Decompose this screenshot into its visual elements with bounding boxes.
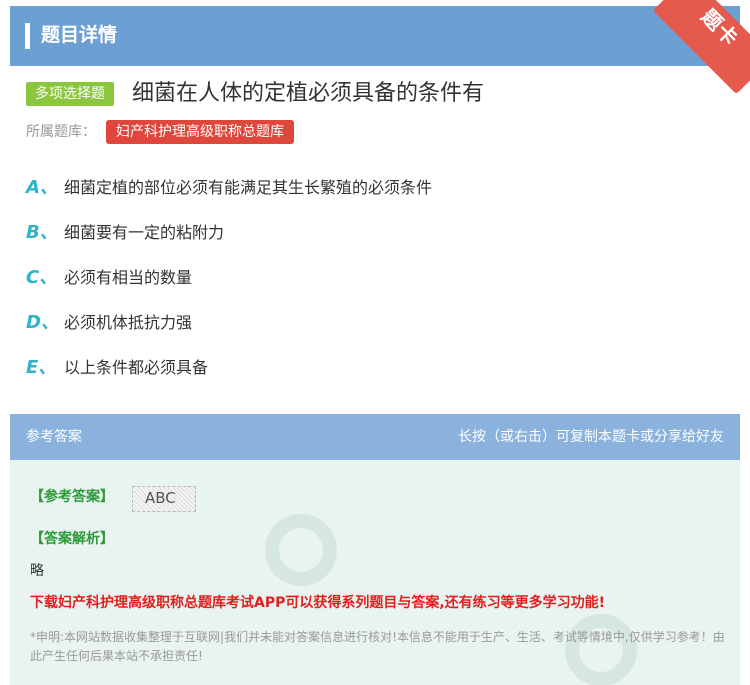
option-letter: D、 (26, 312, 59, 333)
option-letter: B、 (26, 222, 58, 243)
answer-header-title: 参考答案 (26, 429, 82, 445)
answer-label: 【参考答案】 (30, 489, 114, 505)
answer-panel: 参考答案 长按（或右击）可复制本题卡或分享给好友 【参考答案】 ABC 【答案解… (10, 414, 740, 685)
question-type-badge: 多项选择题 (26, 82, 114, 106)
question-title: 细菌在人体的定植必须具备的条件有 (132, 81, 485, 106)
option-text: 必须机体抵抗力强 (64, 313, 193, 332)
answer-header: 参考答案 长按（或右击）可复制本题卡或分享给好友 (10, 414, 740, 460)
option-c[interactable]: C、 必须有相当的数量 (26, 264, 192, 292)
option-e[interactable]: E、 以上条件都必须具备 (26, 354, 208, 382)
header-accent (25, 23, 30, 49)
option-text: 细菌定植的部位必须有能满足其生长繁殖的必须条件 (64, 178, 433, 197)
option-text: 必须有相当的数量 (64, 268, 193, 287)
watermark-logo-icon (265, 514, 337, 586)
disclaimer: *申明:本网站数据收集整理于互联网|我们并未能对答案信息进行核对!本信息不能用于… (30, 630, 725, 663)
option-a[interactable]: A、 细菌定植的部位必须有能满足其生长繁殖的必须条件 (26, 174, 432, 202)
option-d[interactable]: D、 必须机体抵抗力强 (26, 309, 192, 337)
option-text: 以上条件都必须具备 (64, 358, 209, 377)
share-hint: 长按（或右击）可复制本题卡或分享给好友 (458, 429, 724, 445)
option-text: 细菌要有一定的粘附力 (64, 223, 225, 242)
bank-tag[interactable]: 妇产科护理高级职称总题库 (106, 120, 294, 144)
option-b[interactable]: B、 细菌要有一定的粘附力 (26, 219, 224, 247)
option-letter: A、 (26, 177, 58, 198)
download-app-promo[interactable]: 下载妇产科护理高级职称总题库考试APP可以获得系列题目与答案,还有练习等更多学习… (30, 592, 605, 614)
option-letter: E、 (26, 357, 57, 378)
analysis-text: 略 (30, 563, 44, 579)
analysis-label: 【答案解析】 (30, 531, 114, 547)
option-letter: C、 (26, 267, 58, 288)
bank-label: 所属题库： (26, 124, 96, 140)
header-bar: 题目详情 (10, 6, 740, 66)
answer-value: ABC (132, 486, 196, 512)
page-title: 题目详情 (41, 24, 118, 46)
